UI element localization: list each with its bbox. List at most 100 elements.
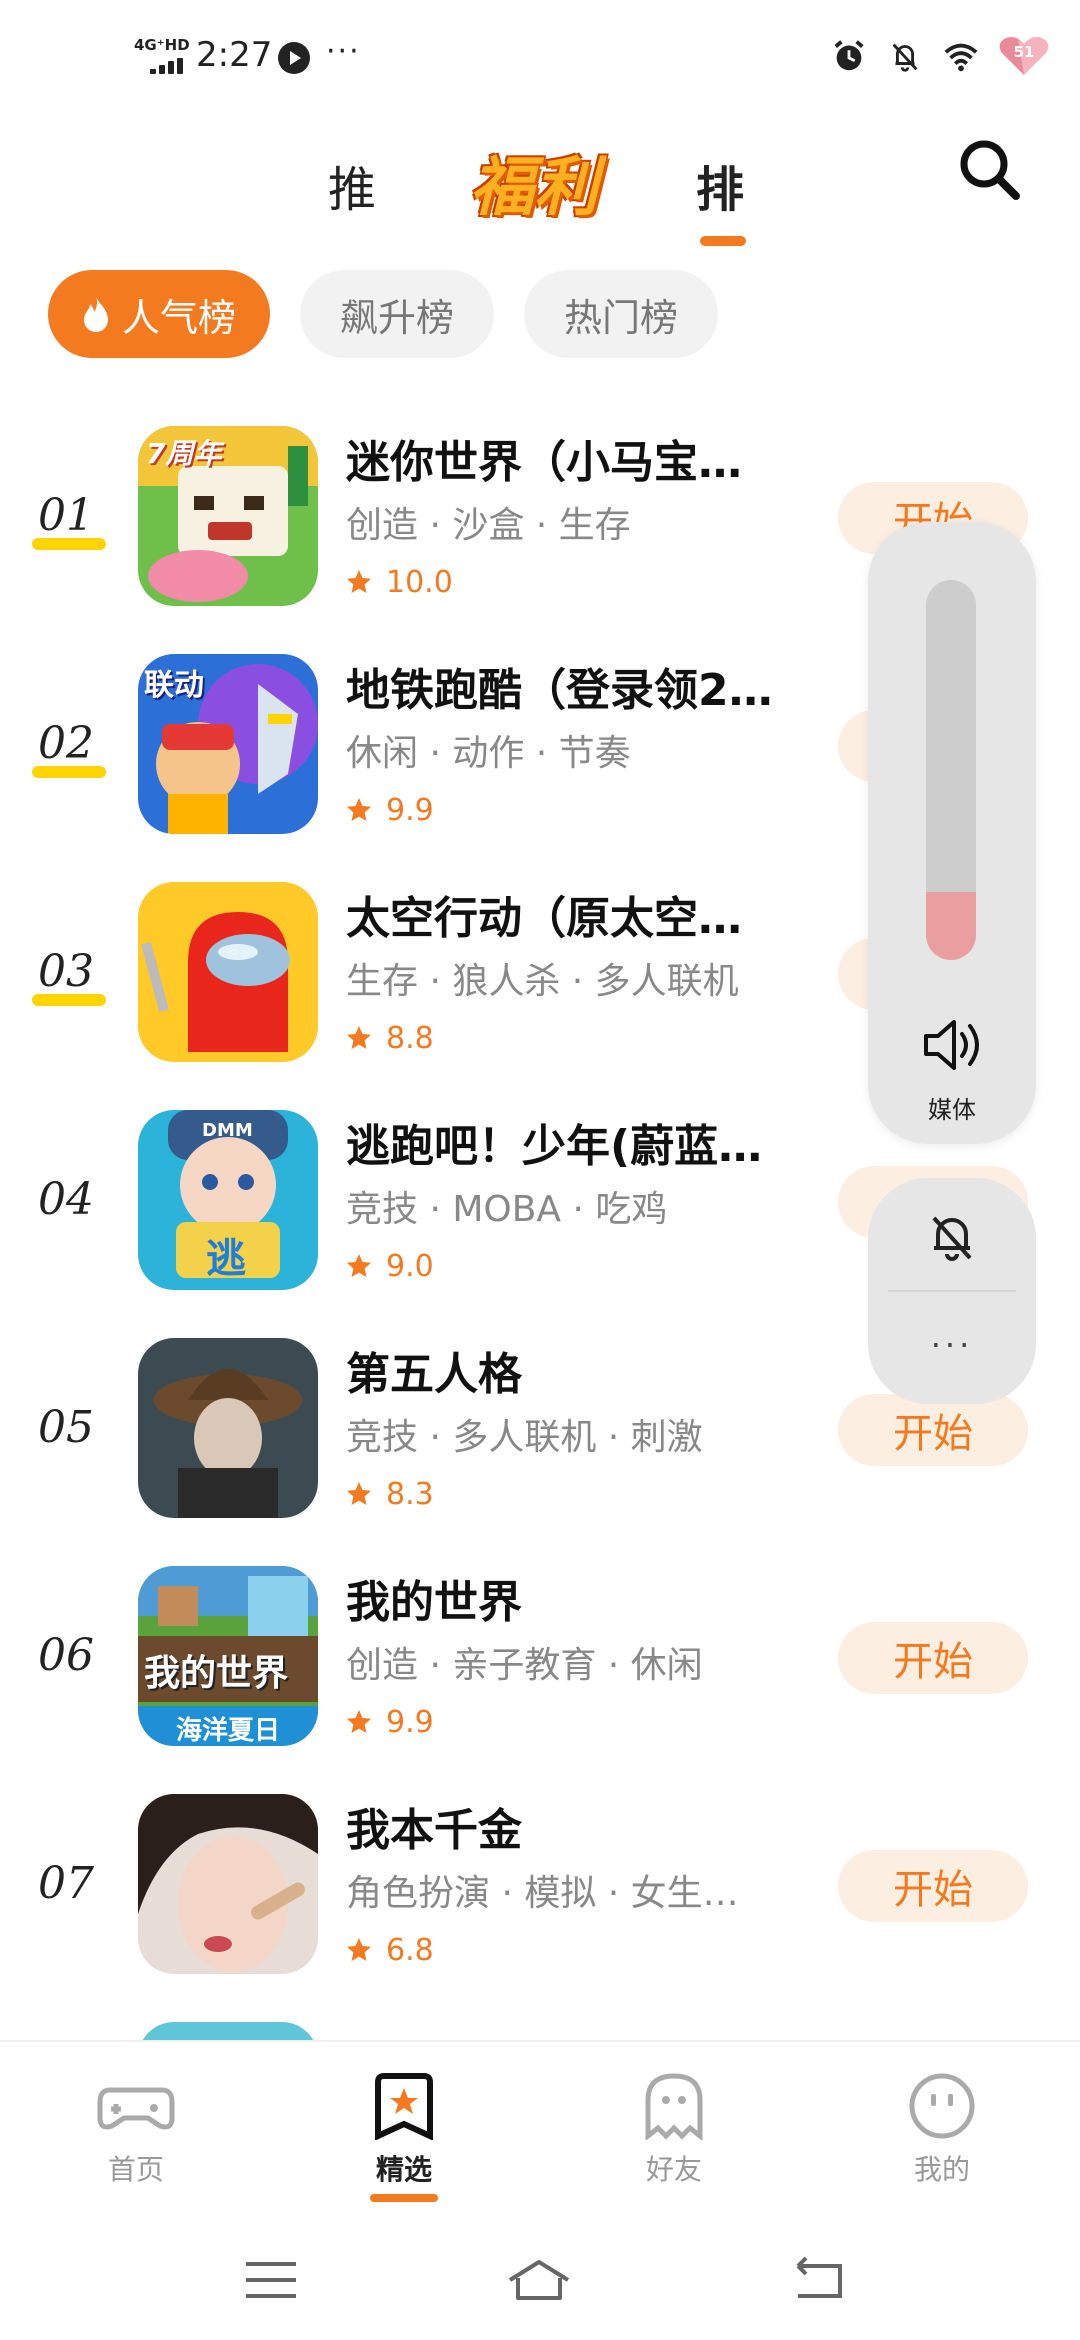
app-name: 第五人格 bbox=[346, 1349, 522, 1400]
chip-popular-label: 人气榜 bbox=[122, 295, 237, 340]
tab-ranking[interactable]: 排 bbox=[696, 150, 744, 220]
nav-home[interactable]: 首页 bbox=[56, 2072, 216, 2188]
app-score: 9.0 bbox=[386, 1248, 434, 1284]
nav-featured[interactable]: 精选 bbox=[324, 2072, 484, 2202]
speaker-icon[interactable] bbox=[918, 1010, 988, 1080]
app-name: 太空行动（原太空… bbox=[346, 893, 742, 944]
wifi-icon bbox=[944, 43, 978, 72]
rank-number: 06 bbox=[38, 1630, 94, 1681]
start-button[interactable]: 开始 bbox=[838, 1850, 1028, 1922]
home-icon[interactable] bbox=[504, 2250, 574, 2310]
battery-level: 51 bbox=[1013, 43, 1035, 61]
signal-icon bbox=[150, 58, 186, 74]
more-notifications-icon: ··· bbox=[326, 34, 361, 69]
nav-label: 好友 bbox=[645, 2153, 702, 2186]
status-bar: 4G⁺HD 2:27 ··· 51 bbox=[0, 0, 1080, 110]
chip-hot[interactable]: 热门榜 bbox=[524, 270, 719, 358]
tab-recommend[interactable]: 推 bbox=[328, 150, 376, 220]
app-tags: 角色扮演 · 模拟 · 女生… bbox=[346, 1873, 739, 1914]
rank-number: 01 bbox=[38, 490, 94, 541]
app-icon-mini-world[interactable]: 7周年 bbox=[138, 426, 318, 606]
app-rating: 9.9 bbox=[346, 790, 434, 830]
app-icon-escape-boy[interactable]: DMM 逃 bbox=[138, 1110, 318, 1290]
chip-rising[interactable]: 飙升榜 bbox=[300, 270, 495, 358]
clock: 2:27 bbox=[196, 35, 273, 75]
app-score: 8.3 bbox=[386, 1476, 434, 1512]
app-icon-identity-v[interactable] bbox=[138, 1338, 318, 1518]
start-button[interactable]: 开始 bbox=[838, 1622, 1028, 1694]
nav-friends[interactable]: 好友 bbox=[594, 2072, 754, 2188]
app-score: 9.9 bbox=[386, 792, 434, 828]
star-icon bbox=[347, 1482, 371, 1505]
star-icon bbox=[347, 1254, 371, 1277]
app-score: 10.0 bbox=[386, 564, 453, 600]
system-navigation-bar bbox=[0, 2220, 1080, 2340]
bottom-nav: 首页 精选 好友 我的 bbox=[0, 2040, 1080, 2220]
star-icon bbox=[347, 798, 371, 821]
alarm-icon bbox=[834, 40, 864, 71]
network-indicator: 4G⁺HD bbox=[134, 36, 190, 54]
recents-menu-icon[interactable] bbox=[236, 2250, 306, 2310]
volume-slider-fill bbox=[926, 891, 976, 960]
app-tags: 休闲 · 动作 · 节奏 bbox=[346, 733, 631, 774]
app-rating: 9.0 bbox=[346, 1246, 434, 1286]
more-options-button[interactable]: ··· bbox=[868, 1326, 1036, 1364]
chip-hot-label: 热门榜 bbox=[564, 295, 679, 340]
list-item[interactable]: 07 我本千金 角色扮演 · 模拟 · 女生… 6.8 开始 bbox=[0, 1788, 1080, 1978]
app-rating: 6.8 bbox=[346, 1930, 434, 1970]
tab-welfare[interactable]: 福利 bbox=[470, 136, 598, 228]
nav-label: 精选 bbox=[375, 2153, 432, 2186]
start-button[interactable]: 开始 bbox=[838, 1394, 1028, 1466]
list-item[interactable] bbox=[0, 2016, 1080, 2040]
star-badge-icon bbox=[375, 2073, 433, 2140]
back-icon[interactable] bbox=[784, 2250, 854, 2310]
smiley-icon bbox=[909, 2073, 975, 2139]
app-icon-partial[interactable] bbox=[138, 2022, 318, 2040]
star-icon bbox=[347, 570, 371, 593]
chip-popular[interactable]: 人气榜 bbox=[48, 270, 271, 358]
volume-slider[interactable] bbox=[926, 580, 976, 960]
app-rating: 9.9 bbox=[346, 1702, 434, 1742]
ghost-icon bbox=[645, 2073, 703, 2140]
app-rating: 10.0 bbox=[346, 562, 453, 602]
media-play-icon bbox=[278, 42, 310, 74]
volume-stream-label: 媒体 bbox=[928, 1096, 976, 1124]
icon-collab-label: 联动 bbox=[144, 668, 204, 703]
active-tab-indicator bbox=[700, 236, 746, 246]
star-icon bbox=[347, 1938, 371, 1961]
app-name: 我的世界 bbox=[346, 1577, 522, 1628]
flame-icon bbox=[84, 296, 108, 332]
app-name: 逃跑吧！少年(蔚蓝… bbox=[346, 1121, 763, 1172]
active-nav-indicator bbox=[370, 2194, 438, 2202]
app-tags: 生存 · 狼人杀 · 多人联机 bbox=[346, 961, 739, 1002]
app-name: 我本千金 bbox=[346, 1805, 522, 1856]
rank-number: 03 bbox=[38, 946, 94, 997]
ringer-panel: ··· bbox=[868, 1178, 1036, 1404]
nav-me[interactable]: 我的 bbox=[862, 2072, 1022, 2188]
icon-anniversary-label: 7周年 bbox=[146, 437, 222, 470]
search-icon[interactable] bbox=[954, 134, 1026, 206]
icon-subtitle-label: 海洋夏日 bbox=[175, 1716, 280, 1746]
app-icon-minecraft[interactable]: 我的世界 海洋夏日 bbox=[138, 1566, 318, 1746]
rank-number: 04 bbox=[38, 1174, 94, 1225]
chip-rising-label: 飙升榜 bbox=[340, 295, 455, 340]
app-name: 迷你世界（小马宝… bbox=[346, 437, 742, 488]
app-rating: 8.8 bbox=[346, 1018, 434, 1058]
app-tags: 竞技 · MOBA · 吃鸡 bbox=[346, 1189, 668, 1230]
app-score: 9.9 bbox=[386, 1704, 434, 1740]
silent-bell-icon bbox=[892, 43, 918, 72]
list-item[interactable]: 06 我的世界 海洋夏日 我的世界 创造 · 亲子教育 · 休闲 9.9 开始 bbox=[0, 1560, 1080, 1750]
bell-off-icon[interactable] bbox=[922, 1206, 982, 1266]
icon-badge-label: 逃 bbox=[206, 1236, 246, 1282]
nav-label: 我的 bbox=[913, 2153, 970, 2186]
app-tags: 创造 · 沙盒 · 生存 bbox=[346, 505, 631, 546]
app-rating: 8.3 bbox=[346, 1474, 434, 1514]
app-name: 地铁跑酷（登录领2… bbox=[346, 665, 773, 716]
app-icon-among-us[interactable] bbox=[138, 882, 318, 1062]
app-tags: 创造 · 亲子教育 · 休闲 bbox=[346, 1645, 703, 1686]
app-icon-wo-ben-qian-jin[interactable] bbox=[138, 1794, 318, 1974]
app-score: 8.8 bbox=[386, 1020, 434, 1056]
rank-number: 02 bbox=[38, 718, 94, 769]
top-tab-bar: 推 福利 排 bbox=[0, 130, 1080, 250]
app-icon-subway-surfers[interactable]: 联动 bbox=[138, 654, 318, 834]
